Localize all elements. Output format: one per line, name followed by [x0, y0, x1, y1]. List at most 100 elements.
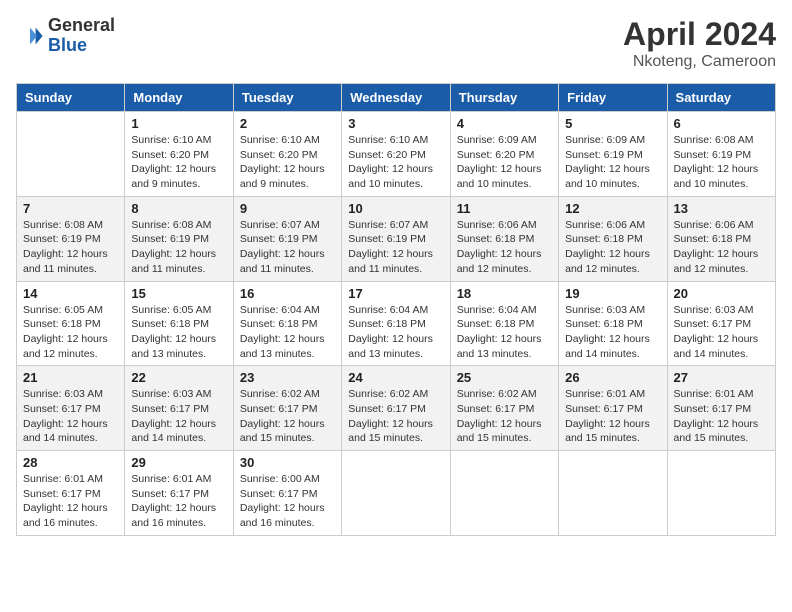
calendar-header-tuesday: Tuesday [233, 84, 341, 112]
day-info: Sunrise: 6:00 AM Sunset: 6:17 PM Dayligh… [240, 472, 335, 531]
logo: General Blue [16, 16, 115, 56]
day-number: 24 [348, 370, 443, 385]
day-info: Sunrise: 6:06 AM Sunset: 6:18 PM Dayligh… [565, 218, 660, 277]
calendar-cell: 6 Sunrise: 6:08 AM Sunset: 6:19 PM Daylig… [667, 112, 775, 197]
day-number: 15 [131, 286, 226, 301]
day-number: 7 [23, 201, 118, 216]
logo-blue: Blue [48, 35, 87, 55]
day-info: Sunrise: 6:06 AM Sunset: 6:18 PM Dayligh… [674, 218, 769, 277]
calendar-cell: 28 Sunrise: 6:01 AM Sunset: 6:17 PM Dayli… [17, 451, 125, 536]
calendar-cell [17, 112, 125, 197]
day-info: Sunrise: 6:10 AM Sunset: 6:20 PM Dayligh… [240, 133, 335, 192]
logo-text: General Blue [48, 16, 115, 56]
calendar-cell: 3 Sunrise: 6:10 AM Sunset: 6:20 PM Daylig… [342, 112, 450, 197]
calendar-cell: 7 Sunrise: 6:08 AM Sunset: 6:19 PM Daylig… [17, 196, 125, 281]
day-info: Sunrise: 6:02 AM Sunset: 6:17 PM Dayligh… [240, 387, 335, 446]
calendar-week-1: 1 Sunrise: 6:10 AM Sunset: 6:20 PM Daylig… [17, 112, 776, 197]
calendar-header-sunday: Sunday [17, 84, 125, 112]
day-number: 3 [348, 116, 443, 131]
day-number: 19 [565, 286, 660, 301]
day-info: Sunrise: 6:10 AM Sunset: 6:20 PM Dayligh… [131, 133, 226, 192]
day-number: 9 [240, 201, 335, 216]
calendar-header-wednesday: Wednesday [342, 84, 450, 112]
day-number: 29 [131, 455, 226, 470]
day-number: 14 [23, 286, 118, 301]
calendar-cell: 15Sunrise: 6:05 AM Sunset: 6:18 PM Dayli… [125, 281, 233, 366]
day-number: 10 [348, 201, 443, 216]
day-info: Sunrise: 6:02 AM Sunset: 6:17 PM Dayligh… [348, 387, 443, 446]
calendar-cell: 25 Sunrise: 6:02 AM Sunset: 6:17 PM Dayli… [450, 366, 558, 451]
day-info: Sunrise: 6:08 AM Sunset: 6:19 PM Dayligh… [131, 218, 226, 277]
day-number: 27 [674, 370, 769, 385]
day-info: Sunrise: 6:02 AM Sunset: 6:17 PM Dayligh… [457, 387, 552, 446]
day-number: 12 [565, 201, 660, 216]
day-number: 18 [457, 286, 552, 301]
day-number: 26 [565, 370, 660, 385]
day-info: Sunrise: 6:10 AM Sunset: 6:20 PM Dayligh… [348, 133, 443, 192]
day-number: 16 [240, 286, 335, 301]
day-info: Sunrise: 6:05 AM Sunset: 6:18 PM Dayligh… [23, 303, 118, 362]
day-number: 13 [674, 201, 769, 216]
calendar-table: SundayMondayTuesdayWednesdayThursdayFrid… [16, 83, 776, 536]
day-number: 8 [131, 201, 226, 216]
day-info: Sunrise: 6:01 AM Sunset: 6:17 PM Dayligh… [674, 387, 769, 446]
page-header: General Blue April 2024 Nkoteng, Cameroo… [16, 16, 776, 71]
day-number: 22 [131, 370, 226, 385]
calendar-cell: 22 Sunrise: 6:03 AM Sunset: 6:17 PM Dayli… [125, 366, 233, 451]
calendar-cell: 23Sunrise: 6:02 AM Sunset: 6:17 PM Dayli… [233, 366, 341, 451]
day-info: Sunrise: 6:07 AM Sunset: 6:19 PM Dayligh… [240, 218, 335, 277]
calendar-cell: 5 Sunrise: 6:09 AM Sunset: 6:19 PM Daylig… [559, 112, 667, 197]
calendar-cell: 12 Sunrise: 6:06 AM Sunset: 6:18 PM Dayli… [559, 196, 667, 281]
calendar-cell: 27 Sunrise: 6:01 AM Sunset: 6:17 PM Dayli… [667, 366, 775, 451]
calendar-cell: 4 Sunrise: 6:09 AM Sunset: 6:20 PM Daylig… [450, 112, 558, 197]
day-info: Sunrise: 6:04 AM Sunset: 6:18 PM Dayligh… [240, 303, 335, 362]
day-info: Sunrise: 6:01 AM Sunset: 6:17 PM Dayligh… [565, 387, 660, 446]
day-info: Sunrise: 6:07 AM Sunset: 6:19 PM Dayligh… [348, 218, 443, 277]
day-number: 25 [457, 370, 552, 385]
calendar-cell: 14 Sunrise: 6:05 AM Sunset: 6:18 PM Dayli… [17, 281, 125, 366]
calendar-cell: 18Sunrise: 6:04 AM Sunset: 6:18 PM Dayli… [450, 281, 558, 366]
calendar-week-2: 7 Sunrise: 6:08 AM Sunset: 6:19 PM Daylig… [17, 196, 776, 281]
calendar-cell: 26 Sunrise: 6:01 AM Sunset: 6:17 PM Dayli… [559, 366, 667, 451]
calendar-header-row: SundayMondayTuesdayWednesdayThursdayFrid… [17, 84, 776, 112]
month-title: April 2024 [623, 16, 776, 53]
day-number: 5 [565, 116, 660, 131]
calendar-cell: 13 Sunrise: 6:06 AM Sunset: 6:18 PM Dayli… [667, 196, 775, 281]
day-number: 6 [674, 116, 769, 131]
calendar-cell: 16 Sunrise: 6:04 AM Sunset: 6:18 PM Dayli… [233, 281, 341, 366]
calendar-cell: 19 Sunrise: 6:03 AM Sunset: 6:18 PM Dayli… [559, 281, 667, 366]
day-info: Sunrise: 6:03 AM Sunset: 6:17 PM Dayligh… [131, 387, 226, 446]
calendar-cell: 2Sunrise: 6:10 AM Sunset: 6:20 PM Daylig… [233, 112, 341, 197]
day-number: 21 [23, 370, 118, 385]
day-number: 4 [457, 116, 552, 131]
calendar-cell: 1 Sunrise: 6:10 AM Sunset: 6:20 PM Daylig… [125, 112, 233, 197]
calendar-header-thursday: Thursday [450, 84, 558, 112]
location: Nkoteng, Cameroon [623, 53, 776, 71]
calendar-cell: 9 Sunrise: 6:07 AM Sunset: 6:19 PM Daylig… [233, 196, 341, 281]
calendar-header-saturday: Saturday [667, 84, 775, 112]
calendar-cell [667, 451, 775, 536]
day-number: 28 [23, 455, 118, 470]
day-info: Sunrise: 6:04 AM Sunset: 6:18 PM Dayligh… [348, 303, 443, 362]
calendar-header-friday: Friday [559, 84, 667, 112]
day-number: 30 [240, 455, 335, 470]
title-block: April 2024 Nkoteng, Cameroon [623, 16, 776, 71]
logo-general: General [48, 15, 115, 35]
day-info: Sunrise: 6:08 AM Sunset: 6:19 PM Dayligh… [674, 133, 769, 192]
day-info: Sunrise: 6:03 AM Sunset: 6:18 PM Dayligh… [565, 303, 660, 362]
day-number: 11 [457, 201, 552, 216]
day-info: Sunrise: 6:08 AM Sunset: 6:19 PM Dayligh… [23, 218, 118, 277]
calendar-cell [450, 451, 558, 536]
calendar-cell: 8 Sunrise: 6:08 AM Sunset: 6:19 PM Daylig… [125, 196, 233, 281]
calendar-cell [342, 451, 450, 536]
day-number: 1 [131, 116, 226, 131]
day-info: Sunrise: 6:09 AM Sunset: 6:20 PM Dayligh… [457, 133, 552, 192]
day-info: Sunrise: 6:09 AM Sunset: 6:19 PM Dayligh… [565, 133, 660, 192]
day-number: 17 [348, 286, 443, 301]
calendar-cell: 30 Sunrise: 6:00 AM Sunset: 6:17 PM Dayli… [233, 451, 341, 536]
calendar-cell [559, 451, 667, 536]
calendar-cell: 24 Sunrise: 6:02 AM Sunset: 6:17 PM Dayli… [342, 366, 450, 451]
calendar-cell: 29Sunrise: 6:01 AM Sunset: 6:17 PM Dayli… [125, 451, 233, 536]
day-info: Sunrise: 6:01 AM Sunset: 6:17 PM Dayligh… [23, 472, 118, 531]
calendar-header-monday: Monday [125, 84, 233, 112]
